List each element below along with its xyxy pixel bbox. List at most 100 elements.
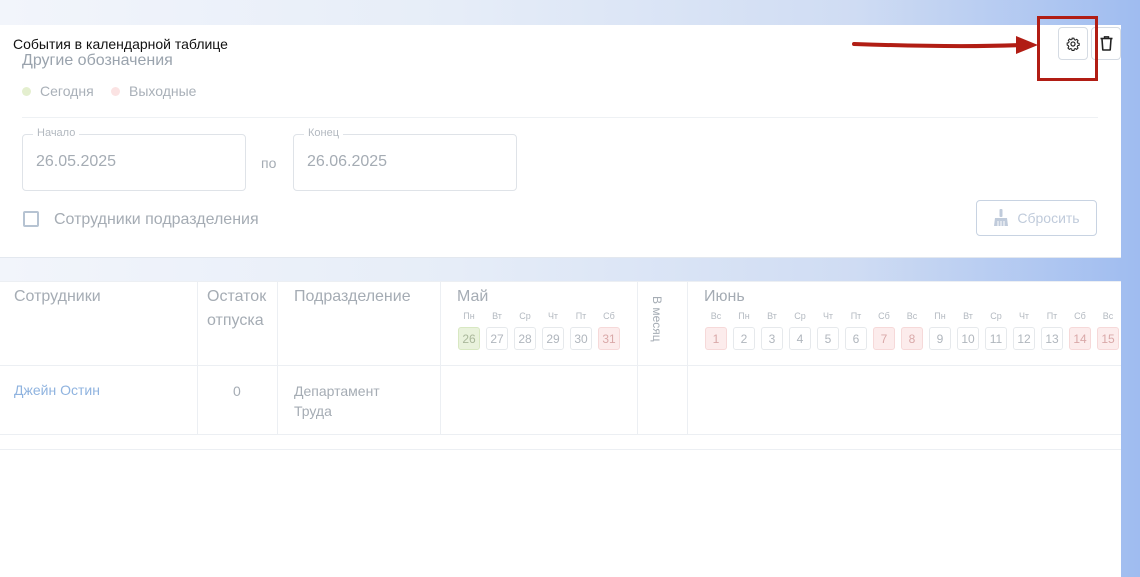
day-number[interactable]: 8 (901, 327, 923, 350)
day-number[interactable]: 15 (1097, 327, 1119, 350)
weekday-label: Вс (1102, 311, 1114, 321)
day-number[interactable]: 26 (458, 327, 480, 350)
calendar-day[interactable]: Сб 31 (598, 282, 620, 350)
divider (22, 117, 1098, 118)
column-employees: Сотрудники (14, 288, 101, 305)
calendar-day[interactable]: Вс 8 (901, 282, 923, 350)
weekday-label: Чт (1018, 311, 1030, 321)
employee-name-link[interactable]: Джейн Остин (14, 382, 100, 398)
calendar-day[interactable]: Чт 29 (542, 282, 564, 350)
legend-item-weekends: Выходные (111, 83, 196, 99)
calendar-day[interactable]: Ср 4 (789, 282, 811, 350)
department-employees-checkbox[interactable] (23, 211, 39, 227)
col-divider (637, 282, 638, 434)
weekend-color-dot (111, 86, 120, 96)
weekday-label: Вт (492, 311, 502, 321)
calendar-day[interactable]: Вт 3 (761, 282, 783, 350)
day-number[interactable]: 7 (873, 327, 895, 350)
weekday-label: Вс (906, 311, 918, 321)
day-number[interactable]: 13 (1041, 327, 1063, 350)
end-date-field[interactable]: Конец 26.06.2025 (293, 127, 517, 191)
calendar-day[interactable]: Пт 6 (845, 282, 867, 350)
calendar-day[interactable]: Вт 10 (957, 282, 979, 350)
department-line1: Департамент (294, 383, 380, 399)
weekday-label: Сб (878, 311, 890, 321)
calendar-day[interactable]: Пт 13 (1041, 282, 1063, 350)
legend-label-today: Сегодня (40, 83, 94, 99)
day-number[interactable]: 1 (705, 327, 727, 350)
weekday-label: Вт (767, 311, 777, 321)
calendar-day[interactable]: Чт 12 (1013, 282, 1035, 350)
start-date-value[interactable]: 26.05.2025 (36, 153, 116, 171)
weekday-label: Сб (603, 311, 615, 321)
weekday-label: Вт (963, 311, 973, 321)
column-vacation-line1: Остаток (207, 288, 267, 305)
calendar-day[interactable]: Вт 27 (486, 282, 508, 350)
weekday-label: Ср (990, 311, 1002, 321)
calendar-day[interactable]: Пн 9 (929, 282, 951, 350)
col-divider (440, 282, 441, 434)
reset-button[interactable]: Сбросить (976, 200, 1097, 236)
day-number[interactable]: 29 (542, 327, 564, 350)
vacation-balance: 0 (233, 383, 241, 399)
settings-button[interactable] (1058, 27, 1088, 60)
day-number[interactable]: 9 (929, 327, 951, 350)
day-number[interactable]: 30 (570, 327, 592, 350)
day-number[interactable]: 10 (957, 327, 979, 350)
weekday-label: Вс (710, 311, 722, 321)
date-range-separator: по (261, 155, 277, 171)
column-vacation-line2: отпуска (207, 312, 264, 329)
department-employees-label[interactable]: Сотрудники подразделения (54, 211, 259, 229)
department-line2: Труда (294, 403, 332, 419)
weekday-label: Сб (1074, 311, 1086, 321)
day-number[interactable]: 27 (486, 327, 508, 350)
day-number[interactable]: 4 (789, 327, 811, 350)
day-number[interactable]: 12 (1013, 327, 1035, 350)
legend-heading: Другие обозначения (22, 52, 173, 69)
day-number[interactable]: 11 (985, 327, 1007, 350)
weekday-label: Ср (519, 311, 531, 321)
row-divider (0, 365, 1121, 366)
legend-item-today: Сегодня (22, 83, 94, 99)
day-number[interactable]: 28 (514, 327, 536, 350)
calendar-day[interactable]: Пн 2 (733, 282, 755, 350)
weekday-label: Пт (1046, 311, 1058, 321)
day-number[interactable]: 2 (733, 327, 755, 350)
calendar-day[interactable]: Чт 5 (817, 282, 839, 350)
weekday-label: Пт (850, 311, 862, 321)
calendar-day[interactable]: Пт 30 (570, 282, 592, 350)
calendar-day[interactable]: Сб 14 (1069, 282, 1091, 350)
calendar-day[interactable]: Вс 15 (1097, 282, 1119, 350)
start-date-field[interactable]: Начало 26.05.2025 (22, 127, 246, 191)
start-date-label: Начало (33, 127, 80, 139)
day-number[interactable]: 6 (845, 327, 867, 350)
row-divider (0, 434, 1121, 435)
reset-button-label: Сбросить (1017, 210, 1080, 226)
column-department: Подразделение (294, 288, 411, 305)
day-number[interactable]: 31 (598, 327, 620, 350)
calendar-day[interactable]: Ср 11 (985, 282, 1007, 350)
col-divider (687, 282, 688, 434)
gear-icon (1066, 37, 1080, 51)
legend-label-weekends: Выходные (129, 83, 197, 99)
weekday-label: Ср (794, 311, 806, 321)
weekday-label: Пн (738, 311, 750, 321)
broom-icon (994, 209, 1009, 226)
weekday-label: Пн (934, 311, 946, 321)
day-number[interactable]: 3 (761, 327, 783, 350)
end-date-value[interactable]: 26.06.2025 (307, 153, 387, 171)
trash-icon (1100, 36, 1112, 51)
day-number[interactable]: 5 (817, 327, 839, 350)
weekday-label: Чт (822, 311, 834, 321)
end-date-label: Конец (304, 127, 344, 139)
calendar-day[interactable]: Пн 26 (458, 282, 480, 350)
col-divider (277, 282, 278, 434)
row-divider (0, 449, 1121, 450)
day-number[interactable]: 14 (1069, 327, 1091, 350)
calendar-day[interactable]: Ср 28 (514, 282, 536, 350)
col-divider (197, 282, 198, 434)
calendar-day[interactable]: Вс 1 (705, 282, 727, 350)
column-per-month: В месяц (650, 296, 664, 342)
calendar-day[interactable]: Сб 7 (873, 282, 895, 350)
delete-button[interactable] (1091, 27, 1121, 60)
